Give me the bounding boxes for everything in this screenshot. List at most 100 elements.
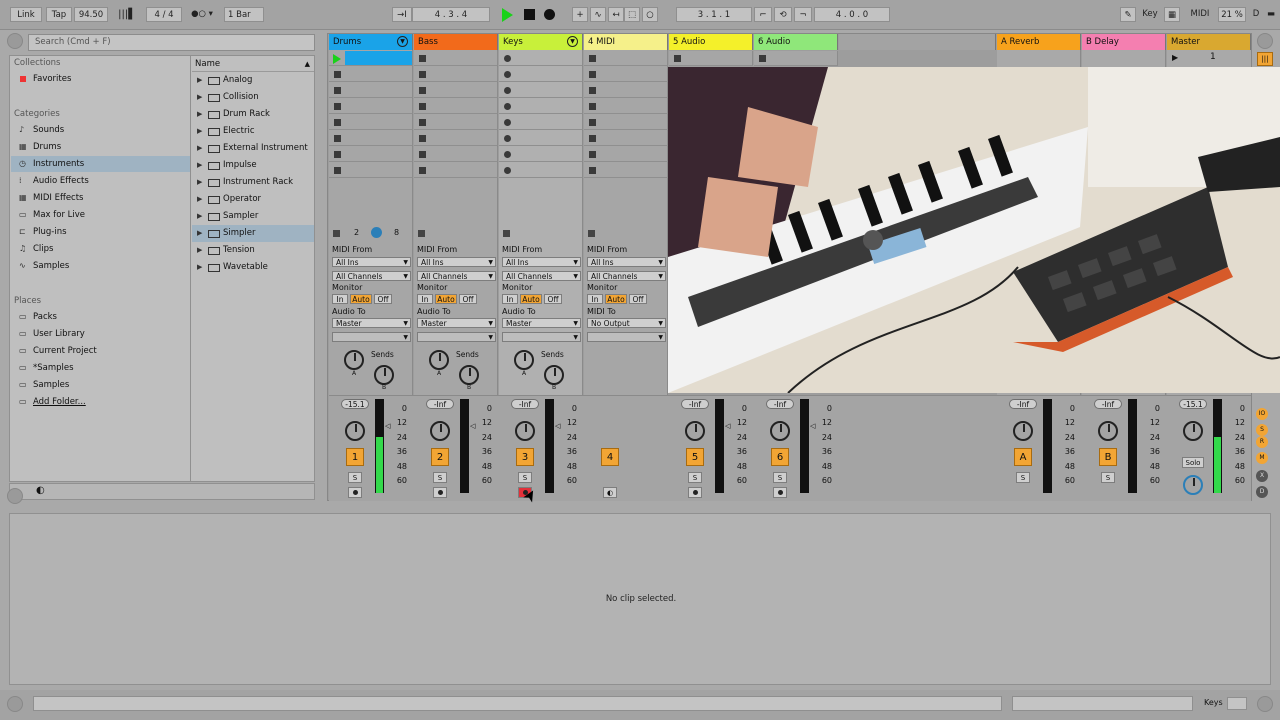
stop-button[interactable]	[524, 9, 535, 20]
sends-toggle-icon[interactable]: S	[1256, 424, 1268, 436]
follow-icon[interactable]: →I	[392, 7, 412, 22]
expand-arrow-icon[interactable]: ▶	[197, 191, 202, 208]
solo-button-a-reverb[interactable]: S	[1016, 472, 1030, 483]
returns-toggle-icon[interactable]: R	[1256, 436, 1268, 448]
midi-channel-select[interactable]: All Channels	[587, 271, 666, 282]
list-item[interactable]: ▶ Tension	[192, 242, 314, 259]
clip-record-icon[interactable]	[504, 55, 511, 62]
clip-slot[interactable]	[414, 51, 498, 66]
io-toggle-icon[interactable]: IO	[1256, 408, 1268, 420]
clip-slot[interactable]	[329, 115, 413, 130]
clip-stop-icon[interactable]	[334, 87, 341, 94]
expand-arrow-icon[interactable]: ▶	[197, 157, 202, 174]
clip-slot[interactable]	[329, 131, 413, 146]
midi-from-select[interactable]: All Ins	[417, 257, 496, 268]
computer-keyboard-icon[interactable]: ▦	[1164, 7, 1180, 22]
monitor-in-button[interactable]: In	[332, 294, 348, 304]
clip-play-icon[interactable]	[333, 54, 341, 64]
clip-slot[interactable]	[584, 99, 668, 114]
tempo-field[interactable]: 94.50	[74, 7, 108, 22]
automation-arm-icon[interactable]: ∿	[590, 7, 606, 22]
monitor-off-button[interactable]: Off	[629, 294, 647, 304]
midi-to-select[interactable]: No Output	[587, 318, 666, 329]
clip-stop-icon[interactable]	[334, 119, 341, 126]
clip-slot[interactable]	[499, 131, 583, 146]
midi-channel-select[interactable]: All Channels	[502, 271, 581, 282]
clip-stop-icon[interactable]	[589, 151, 596, 158]
audio-to-channel-select[interactable]	[332, 332, 411, 343]
send-a-knob[interactable]	[514, 350, 534, 370]
clip-record-icon[interactable]	[504, 135, 511, 142]
volume-field-master[interactable]: -15.1	[1179, 399, 1207, 409]
clip-record-icon[interactable]	[504, 119, 511, 126]
track-menu-icon[interactable]: ▼	[567, 36, 578, 47]
track-header-a-reverb[interactable]: A Reverb	[997, 34, 1081, 50]
delay-toggle-icon[interactable]: D	[1256, 486, 1268, 498]
key-map-label[interactable]: Key	[1138, 7, 1162, 22]
clip-stop-icon[interactable]	[759, 55, 766, 62]
volume-fader-arrow-icon[interactable]: ◁	[385, 422, 390, 430]
clip-slot[interactable]	[329, 51, 413, 66]
clip-slot[interactable]	[754, 51, 838, 66]
list-item[interactable]: ▶ Impulse	[192, 157, 314, 174]
sidebar-item-samples[interactable]: ∿ Samples	[11, 258, 190, 274]
loop-start-field[interactable]: 3 . 1 . 1	[676, 7, 752, 22]
clip-slot[interactable]	[499, 83, 583, 98]
volume-fader-arrow-icon[interactable]: ◁	[725, 422, 730, 430]
expand-arrow-icon[interactable]: ▶	[197, 174, 202, 191]
mixer-toggle-icon[interactable]: M	[1256, 452, 1268, 464]
clip-slot[interactable]	[584, 67, 668, 82]
clip-slot[interactable]	[499, 163, 583, 178]
clip-slot[interactable]	[584, 147, 668, 162]
send-b-knob[interactable]	[544, 365, 564, 385]
session-overview-icon[interactable]: |||	[1257, 52, 1273, 66]
pan-knob-drums[interactable]	[345, 421, 365, 441]
track-activator-keys[interactable]: 3	[516, 448, 534, 466]
midi-map-label[interactable]: MIDI	[1186, 7, 1214, 22]
stop-clip-icon[interactable]	[503, 230, 510, 237]
metronome-icon[interactable]: ●○ ▾	[186, 7, 218, 22]
draw-mode-icon[interactable]: ✎	[1120, 7, 1136, 22]
clip-stop-icon[interactable]	[419, 103, 426, 110]
arrangement-position[interactable]: 4 . 3 . 4	[412, 7, 490, 22]
midi-channel-select[interactable]: All Channels	[332, 271, 411, 282]
punch-out-icon[interactable]: ¬	[794, 7, 812, 22]
clip-slot[interactable]	[414, 83, 498, 98]
track-header-b-delay[interactable]: B Delay	[1082, 34, 1166, 50]
clip-stop-icon[interactable]	[589, 87, 596, 94]
solo-button-5-audio[interactable]: S	[688, 472, 702, 483]
volume-fader-arrow-icon[interactable]: ◁	[555, 422, 560, 430]
midi-from-select[interactable]: All Ins	[587, 257, 666, 268]
drum-rack-pad-icon[interactable]	[371, 227, 382, 238]
sidebar-item-midi-effects[interactable]: ▦ MIDI Effects	[11, 190, 190, 206]
clip-slot[interactable]	[499, 99, 583, 114]
reenable-automation-icon[interactable]: ↤	[608, 7, 624, 22]
audio-to-channel-select[interactable]	[502, 332, 581, 343]
clip-slot[interactable]	[584, 51, 668, 66]
send-a-knob[interactable]	[344, 350, 364, 370]
sidebar-item-audio-effects[interactable]: ⁞ Audio Effects	[11, 173, 190, 189]
expand-arrow-icon[interactable]: ▶	[197, 140, 202, 157]
clip-slot[interactable]	[499, 51, 583, 66]
clip-stop-icon[interactable]	[419, 87, 426, 94]
clip-stop-icon[interactable]	[334, 135, 341, 142]
clip-slot[interactable]	[329, 83, 413, 98]
clip-slot[interactable]	[499, 67, 583, 82]
pan-knob-b-delay[interactable]	[1098, 421, 1118, 441]
session-record-icon[interactable]: ○	[642, 7, 658, 22]
detail-view-toggle[interactable]	[1257, 696, 1273, 712]
list-item[interactable]: ▶ External Instrument	[192, 140, 314, 157]
sidebar-item-samples-star[interactable]: ▭ *Samples	[11, 360, 190, 376]
session-scroll-up-icon[interactable]	[1257, 33, 1273, 49]
clip-slot[interactable]	[584, 131, 668, 146]
track-header-5-audio[interactable]: 5 Audio	[669, 34, 753, 50]
expand-arrow-icon[interactable]: ▶	[197, 259, 202, 276]
clip-stop-icon[interactable]	[334, 167, 341, 174]
pan-knob-bass[interactable]	[430, 421, 450, 441]
return-activator-a-reverb[interactable]: A	[1014, 448, 1032, 466]
clip-slot[interactable]	[329, 163, 413, 178]
clip-slot[interactable]	[329, 99, 413, 114]
sidebar-item-max-for-live[interactable]: ▭ Max for Live	[11, 207, 190, 223]
track-menu-icon[interactable]: ▼	[397, 36, 408, 47]
list-item[interactable]: ▶ Sampler	[192, 208, 314, 225]
